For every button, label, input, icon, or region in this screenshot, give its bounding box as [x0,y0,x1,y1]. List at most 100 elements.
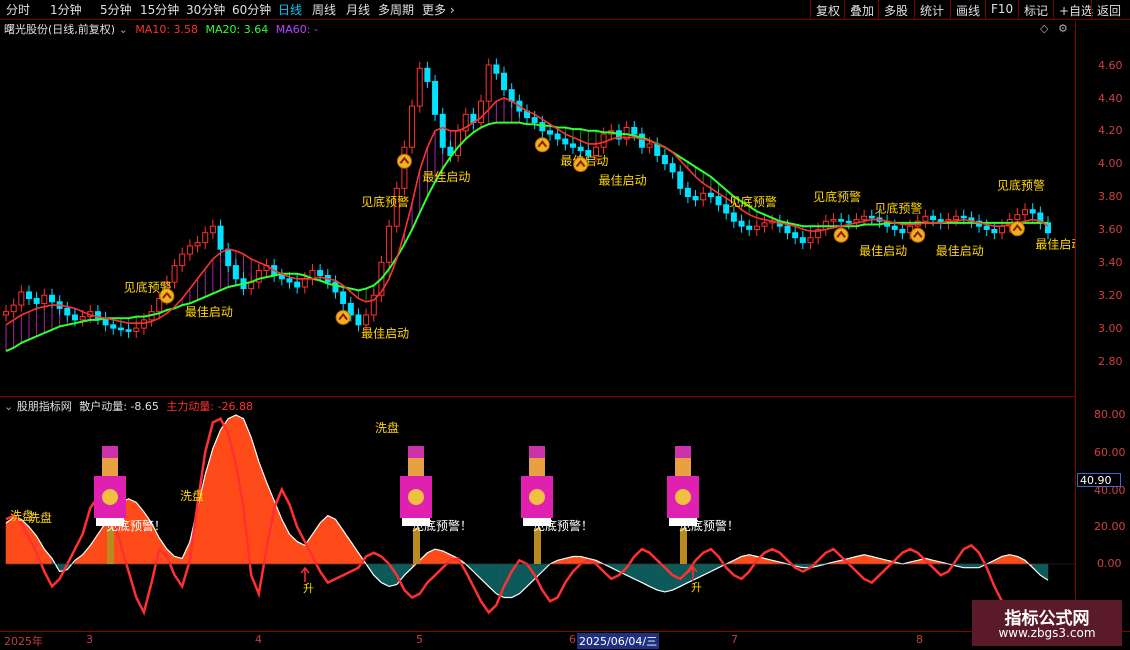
date-label: 8 [916,633,923,646]
candle-body [868,215,875,219]
candle-body [18,291,25,306]
money-bag-icon [102,489,118,505]
bottom-signal-icon [910,227,926,243]
rise-label: 升 [303,582,314,595]
candle-body [202,232,209,244]
candle-body [317,270,324,276]
money-bag-icon [529,489,545,505]
candle-body [631,126,638,135]
candle-body [738,220,745,227]
top-signal-label: 见底预警 [361,194,409,209]
retail-area [204,448,214,565]
candle-body [983,225,990,230]
bottom-signal-icon [573,157,589,173]
price-tick: 3.60 [1098,223,1123,236]
candle-body [455,130,462,156]
candle-body [301,278,308,288]
candle-body [186,245,193,255]
candle-body [991,228,998,234]
retail-area [350,540,359,565]
candle-body [838,219,845,222]
price-tick: 4.60 [1098,59,1123,72]
rise-label: 升 [691,581,702,594]
money-bag-icon [675,489,691,505]
candle-body [1022,209,1029,216]
chart-canvas: 最佳启动最佳启动最佳启动最佳启动最佳启动最佳启动最佳启动最佳启动见底预警见底预警… [3,58,1075,616]
candle-body [830,219,837,222]
retail-area [13,517,22,565]
retail-area [335,518,344,565]
watermark: 指标公式网 www.zbgs3.com [972,600,1122,646]
candle-body [577,146,584,152]
candle-body [692,196,699,201]
signal-pole [413,528,420,564]
candle-body [569,143,576,148]
candle-body [891,225,898,230]
candle-body [999,225,1006,234]
candle-body [363,314,370,326]
price-tick: 2.80 [1098,355,1123,368]
wash-label: 洗盘 [375,420,399,435]
candle-body [677,171,684,189]
candle-body [600,133,607,148]
price-tick: 4.20 [1098,124,1123,137]
sub-signal-label: 见底预警！ [412,518,472,533]
candle-body [1014,214,1021,221]
candle-body [485,64,492,102]
candle-body [930,215,937,221]
bottom-signal-icon [534,137,550,153]
candle-body [194,242,201,247]
candle-body [10,304,17,313]
retail-area [649,563,658,591]
candle-body [278,274,285,280]
candle-body [922,215,929,222]
price-tick: 3.40 [1098,256,1123,269]
candle-body [424,67,431,82]
retail-area [220,417,229,565]
candle-body [807,237,814,244]
signal-pole [107,528,114,564]
retail-area [82,544,91,565]
candle-body [225,248,232,267]
indicator-tick: 0.00 [1097,557,1122,570]
top-signal-label: 见底预警 [729,194,777,209]
top-signal-label: 见底预警 [124,280,172,295]
candle-body [661,154,668,165]
candle-body [179,253,186,267]
top-signal-label: 见底预警 [813,189,861,204]
candle-body [899,228,906,234]
candle-body [232,265,239,280]
candle-body [861,215,868,221]
candle-body [355,314,362,326]
date-label: 2025年 [4,635,43,648]
bottom-signal-label: 最佳启动 [1035,238,1075,252]
candle-body [209,225,216,234]
bottom-signal-label: 最佳启动 [936,244,984,258]
price-tick: 3.00 [1098,322,1123,335]
candle-body [730,212,737,222]
candle-body [1029,209,1036,214]
candle-body [546,130,553,135]
candle-body [294,281,301,288]
candle-body [792,232,799,239]
candle-body [432,80,439,115]
candle-body [784,225,791,234]
current-value-box: 40.90 [1077,473,1121,487]
candle-body [684,187,691,198]
bottom-signal-label: 最佳启动 [859,244,907,258]
price-tick: 4.40 [1098,92,1123,105]
back-button[interactable]: 返回 [1091,0,1126,20]
retail-area [90,533,99,565]
candle-body [562,138,569,145]
figure-face-icon [102,458,118,476]
candle-body [33,298,40,304]
bottom-signal-icon [1009,221,1025,237]
retail-area [572,556,581,565]
price-tick: 3.20 [1098,289,1123,302]
candle-body [217,225,224,250]
bottom-signal-icon [396,153,412,169]
price-tick: 3.80 [1098,190,1123,203]
candle-body [761,222,768,227]
wash-label: 洗盘 [28,510,52,525]
candle-body [332,281,339,293]
